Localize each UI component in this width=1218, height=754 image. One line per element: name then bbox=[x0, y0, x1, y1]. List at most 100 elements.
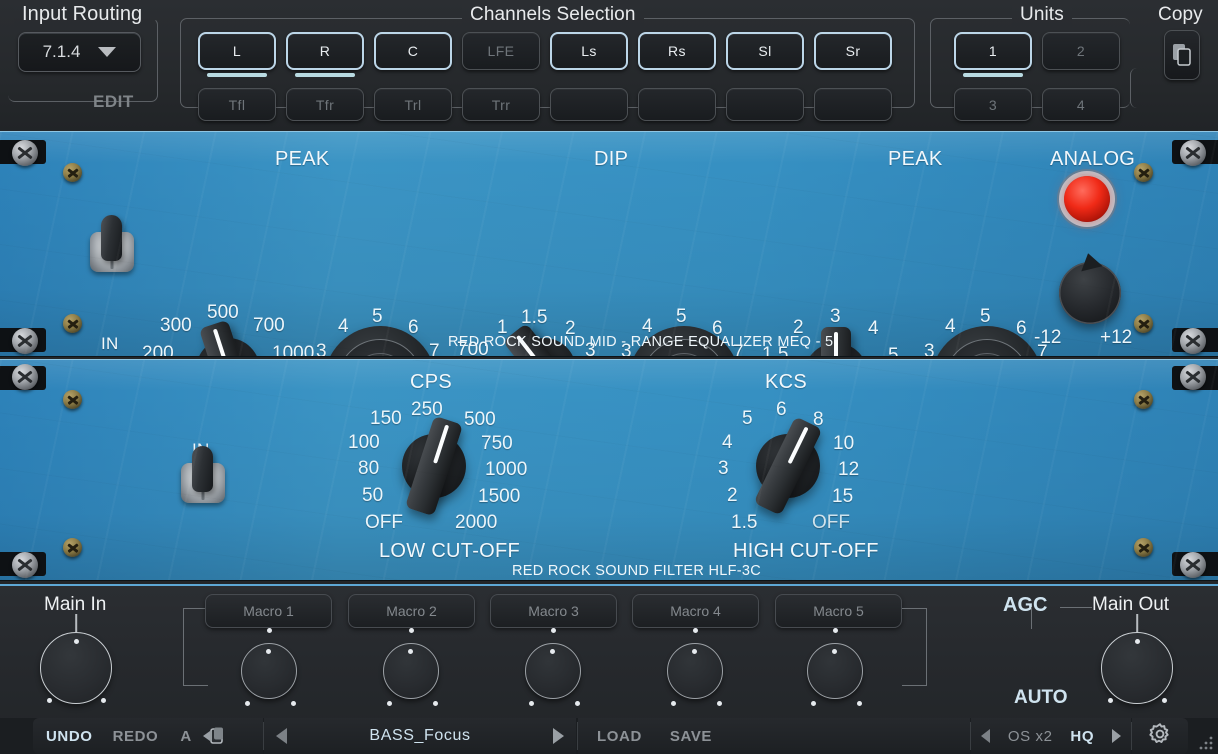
macro-button-3[interactable]: Macro 3 bbox=[490, 594, 617, 628]
channel-button-empty-5[interactable] bbox=[550, 88, 628, 121]
peak-gain-knob[interactable] bbox=[324, 326, 436, 356]
macro-knob-1[interactable] bbox=[241, 643, 297, 699]
peak-left-title: PEAK bbox=[275, 148, 330, 170]
unit-label: 2 bbox=[1076, 43, 1086, 59]
macro-label: Macro 2 bbox=[386, 603, 437, 619]
channel-button-tfr[interactable]: Tfr bbox=[286, 88, 364, 121]
channel-button-rs[interactable]: Rs bbox=[638, 32, 716, 70]
gear-icon[interactable] bbox=[1148, 722, 1172, 751]
channel-button-empty-8[interactable] bbox=[814, 88, 892, 121]
redo-button[interactable]: REDO bbox=[113, 728, 159, 745]
knob-stem bbox=[1136, 614, 1138, 632]
knob-indicator bbox=[433, 424, 450, 464]
low-tick-50: 50 bbox=[362, 485, 384, 506]
copy-button[interactable] bbox=[1164, 30, 1200, 80]
unit-button-4[interactable]: 4 bbox=[1042, 88, 1120, 121]
chevron-down-icon bbox=[98, 47, 117, 57]
macro-label: Macro 1 bbox=[243, 603, 294, 619]
filter-in-toggle-stem[interactable] bbox=[192, 446, 213, 492]
macro-button-4[interactable]: Macro 4 bbox=[632, 594, 759, 628]
macro-5-top-dot bbox=[833, 628, 838, 633]
channel-button-trr[interactable]: Trr bbox=[462, 88, 540, 121]
channel-button-lfe[interactable]: LFE bbox=[462, 32, 540, 70]
low-cutoff-knob[interactable] bbox=[386, 415, 482, 517]
channel-button-empty-7[interactable] bbox=[726, 88, 804, 121]
auto-label: AUTO bbox=[1014, 687, 1068, 708]
analog-trim-knob[interactable] bbox=[1059, 250, 1121, 324]
channel-button-empty-6[interactable] bbox=[638, 88, 716, 121]
macro-5-dot-right bbox=[857, 701, 862, 706]
high-cutoff-knob[interactable] bbox=[740, 416, 836, 516]
unit-label: 3 bbox=[988, 96, 998, 113]
unit-button-2[interactable]: 2 bbox=[1042, 32, 1120, 70]
resize-grip-icon[interactable] bbox=[1198, 735, 1214, 751]
macro-1-top-dot bbox=[267, 628, 272, 633]
knob-indicator-dot bbox=[266, 649, 271, 654]
low-tick-off: OFF bbox=[365, 512, 403, 533]
undo-redo-panel: UNDO REDO A bbox=[33, 718, 263, 754]
analog-led[interactable] bbox=[1064, 176, 1110, 222]
macro-1-dot-left bbox=[245, 701, 250, 706]
channel-button-sr[interactable]: Sr bbox=[814, 32, 892, 70]
chevron-left-icon[interactable] bbox=[981, 729, 990, 743]
channel-button-ls[interactable]: Ls bbox=[550, 32, 628, 70]
macro-button-1[interactable]: Macro 1 bbox=[205, 594, 332, 628]
channel-button-trl[interactable]: Trl bbox=[374, 88, 452, 121]
rack-screw bbox=[12, 140, 38, 166]
macro-button-5[interactable]: Macro 5 bbox=[775, 594, 902, 628]
channel-label: Ls bbox=[581, 43, 597, 59]
load-button[interactable]: LOAD bbox=[597, 728, 642, 745]
channel-button-sl[interactable]: Sl bbox=[726, 32, 804, 70]
macro-bracket-right bbox=[902, 608, 927, 686]
channel-button-c[interactable]: C bbox=[374, 32, 452, 70]
main-out-scale-dot-left bbox=[1108, 698, 1113, 703]
knob-indicator bbox=[834, 332, 838, 356]
panel-screw bbox=[1134, 390, 1153, 409]
macro-knob-5[interactable] bbox=[807, 643, 863, 699]
input-routing-select[interactable]: 7.1.4 bbox=[18, 32, 141, 72]
undo-button[interactable]: UNDO bbox=[46, 728, 93, 745]
channel-button-l[interactable]: L bbox=[198, 32, 276, 77]
chevron-left-icon[interactable] bbox=[276, 728, 287, 744]
unit-button-3[interactable]: 3 bbox=[954, 88, 1032, 121]
macro-knob-4[interactable] bbox=[667, 643, 723, 699]
copy-title: Copy bbox=[1150, 4, 1211, 26]
macro-label: Macro 4 bbox=[670, 603, 721, 619]
channel-button-r[interactable]: R bbox=[286, 32, 364, 77]
rack-screw bbox=[1180, 364, 1206, 390]
high-cutoff-caption: HIGH CUT-OFF bbox=[733, 540, 879, 562]
save-button[interactable]: SAVE bbox=[670, 728, 712, 745]
macro-button-2[interactable]: Macro 2 bbox=[348, 594, 475, 628]
channel-button-tfl[interactable]: Tfl bbox=[198, 88, 276, 121]
copy-ab-icon[interactable] bbox=[201, 727, 229, 745]
knob-indicator-dot bbox=[550, 649, 555, 654]
channel-label: C bbox=[407, 43, 419, 59]
eq-in-toggle-stem[interactable] bbox=[101, 215, 122, 261]
ab-compare-button[interactable]: A bbox=[180, 728, 191, 745]
chevron-right-icon[interactable] bbox=[553, 728, 564, 744]
macro-knob-2[interactable] bbox=[383, 643, 439, 699]
plugin-window: Input Routing 7.1.4 EDIT Channels Select… bbox=[0, 0, 1218, 754]
status-bar: UNDO REDO A BASS_Focus LOAD SAVE OS x2 H… bbox=[0, 718, 1218, 754]
low-cutoff-unit: CPS bbox=[410, 371, 453, 393]
analog-trim-tick-m12: -12 bbox=[1034, 327, 1062, 348]
oversampling-value[interactable]: OS x2 bbox=[1008, 728, 1053, 745]
preset-name[interactable]: BASS_Focus bbox=[369, 727, 470, 745]
high-tick-1p5: 1.5 bbox=[731, 512, 758, 533]
macro-label: Macro 3 bbox=[528, 603, 579, 619]
peak-frequency-knob[interactable] bbox=[180, 319, 276, 356]
quality-value[interactable]: HQ bbox=[1070, 728, 1094, 745]
dip-title: DIP bbox=[594, 148, 629, 170]
rack-screw bbox=[1180, 328, 1206, 354]
knob-indicator-dot bbox=[692, 649, 697, 654]
dip-gain-tick-5: 5 bbox=[676, 306, 687, 327]
main-out-knob[interactable] bbox=[1101, 614, 1173, 704]
copy-icon bbox=[1173, 44, 1191, 66]
peak2-gain-knob[interactable] bbox=[931, 326, 1043, 356]
macro-knob-3[interactable] bbox=[525, 643, 581, 699]
high-cutoff-unit: KCS bbox=[765, 371, 808, 393]
high-tick-2: 2 bbox=[727, 485, 738, 506]
chevron-right-icon[interactable] bbox=[1111, 729, 1121, 743]
main-in-knob[interactable] bbox=[40, 614, 112, 704]
unit-button-1[interactable]: 1 bbox=[954, 32, 1032, 77]
